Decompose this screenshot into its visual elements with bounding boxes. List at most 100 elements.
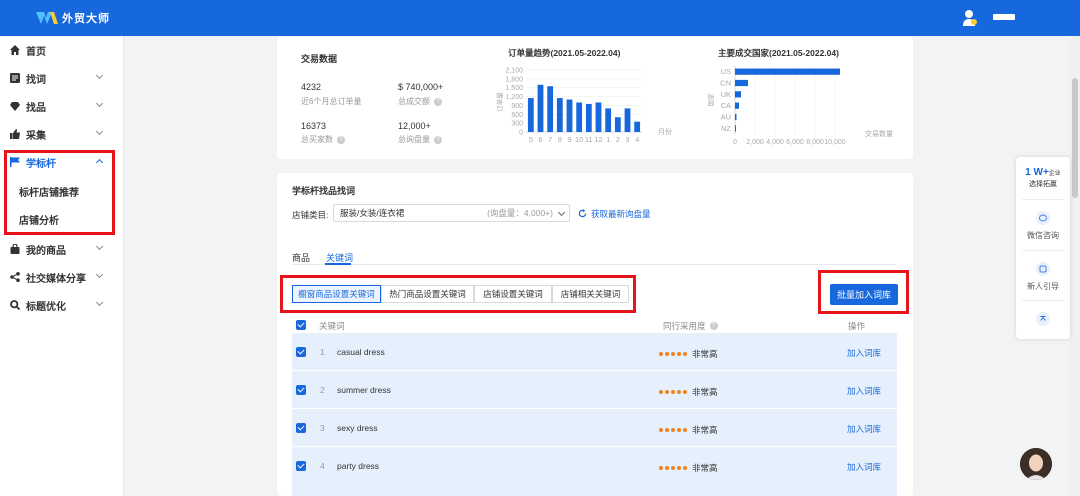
row-index: 1	[320, 347, 325, 357]
row-keyword: party dress	[337, 461, 380, 471]
sidebar-item-my-products[interactable]: 我的商品	[0, 235, 124, 263]
help-icon[interactable]: ?	[709, 322, 718, 330]
chart-bar	[556, 98, 563, 132]
user-name-placeholder[interactable]	[993, 14, 1015, 20]
row-keyword: casual dress	[337, 347, 385, 357]
row-index: 3	[320, 423, 325, 433]
usage-rating: 非常高	[659, 462, 718, 474]
chart-bar	[566, 99, 573, 132]
row-checkbox[interactable]	[296, 461, 306, 471]
stat-label-with-help: 总买家数?	[301, 134, 345, 145]
highlight-box	[280, 275, 636, 313]
search-icon	[10, 300, 21, 311]
wechat-icon	[1036, 211, 1050, 225]
stat-label-text: 总成交额	[398, 97, 430, 106]
chart-bar	[735, 68, 840, 75]
x-tick-label: 5	[529, 135, 533, 144]
add-to-library-link[interactable]: 加入词库	[847, 461, 881, 473]
usage-rating: 非常高	[659, 424, 718, 436]
chart-bar	[634, 121, 641, 132]
add-to-library-link[interactable]: 加入词库	[847, 385, 881, 397]
country-chart-title: 主要成交国家(2021.05-2022.04)	[718, 48, 839, 58]
usage-text: 非常高	[692, 349, 718, 359]
x-tick-label: 4	[635, 135, 639, 144]
row-keyword: summer dress	[337, 385, 391, 395]
stat-label: 近6个月总订单量	[301, 97, 362, 106]
y-tick-label: 900	[511, 103, 523, 110]
app-logo[interactable]: 外贸大师	[36, 10, 110, 26]
newbie-guide[interactable]: 新人引导	[1016, 281, 1070, 292]
x-tick-label: 10	[575, 135, 583, 144]
row-checkbox[interactable]	[296, 423, 306, 433]
sidebar-item-title-optimize[interactable]: 标题优化	[0, 291, 124, 319]
row-index: 4	[320, 461, 325, 471]
sidebar-item-label: 我的商品	[26, 245, 66, 257]
floating-service-panel: 1 W+企业 选择拓赢 微信咨询 新人引导	[1016, 157, 1070, 339]
help-icon[interactable]: ?	[434, 135, 442, 144]
logo-icon	[36, 12, 58, 24]
panel-divider	[1022, 300, 1064, 301]
chart-bar	[735, 91, 741, 98]
row-keyword: sexy dress	[337, 423, 378, 433]
inquiry-hint: (询盘量：4,000+)	[487, 208, 553, 218]
enterprise-caption: 选择拓赢	[1029, 181, 1057, 188]
tab-products[interactable]: 商品	[292, 251, 310, 264]
sidebar-item-label: 标题优化	[26, 301, 66, 313]
usage-text: 非常高	[692, 387, 718, 397]
table-row	[292, 447, 897, 496]
guide-icon	[1036, 262, 1050, 276]
stat-value: 12,000+	[398, 121, 431, 131]
sidebar-item-social-share[interactable]: 社交媒体分享	[0, 263, 124, 291]
y-tick-label: 1,200	[505, 94, 523, 101]
highlight-box	[818, 270, 909, 314]
add-to-library-link[interactable]: 加入词库	[847, 347, 881, 359]
y-tick-label: NZ	[721, 124, 731, 133]
sidebar-item-label: 首页	[26, 46, 46, 58]
help-icon[interactable]: ?	[434, 97, 442, 106]
share-icon	[10, 272, 20, 282]
stat-label-with-help: 总成交额?	[398, 96, 442, 107]
sidebar-item-collect[interactable]: 采集	[0, 120, 124, 148]
stat-value: $ 740,000+	[398, 82, 444, 92]
refresh-icon	[578, 208, 587, 220]
y-tick-label: 0	[519, 130, 523, 137]
category-select[interactable]: 服装/女装/连衣裙 (询盘量：4,000+)	[333, 204, 570, 222]
sidebar-item-home[interactable]: 首页	[0, 36, 124, 64]
usage-text: 非常高	[692, 463, 718, 473]
home-icon	[10, 45, 20, 55]
chart-bar	[585, 103, 592, 132]
refresh-inquiry-link[interactable]: 获取最新询盘量	[578, 208, 651, 220]
chevron-down-icon	[95, 242, 104, 251]
stat-label-text: 总买家数	[301, 135, 333, 144]
list-icon	[10, 73, 20, 83]
select-all-checkbox[interactable]	[296, 320, 306, 330]
chart-bar	[624, 108, 631, 132]
chart-bar	[547, 86, 554, 132]
chevron-down-icon	[95, 298, 104, 307]
help-icon[interactable]: ?	[337, 135, 345, 144]
thumbs-up-icon	[10, 129, 20, 139]
chevron-down-icon	[95, 99, 104, 108]
scrollbar-thumb[interactable]	[1072, 78, 1078, 198]
enterprise-count-number: 1 W+	[1025, 167, 1049, 178]
top-navigation-bar: 外贸大师	[0, 0, 1080, 36]
back-to-top-icon[interactable]	[1036, 312, 1050, 326]
row-index: 2	[320, 385, 325, 395]
y-tick-label: US	[721, 67, 731, 76]
row-checkbox[interactable]	[296, 347, 306, 357]
wechat-consult[interactable]: 微信咨询	[1016, 230, 1070, 241]
customer-service-avatar[interactable]	[1020, 448, 1052, 480]
sidebar-item-find-words[interactable]: 找词	[0, 64, 124, 92]
x-tick-label: 10,000	[824, 139, 846, 146]
row-checkbox[interactable]	[296, 385, 306, 395]
enterprise-count[interactable]: 1 W+企业 选择拓赢	[1016, 167, 1070, 189]
user-icon[interactable]	[963, 10, 977, 26]
add-to-library-link[interactable]: 加入词库	[847, 423, 881, 435]
x-tick-label: 1	[606, 135, 610, 144]
order-trend-chart-title: 订单量趋势(2021.05-2022.04)	[508, 48, 621, 58]
y-tick-label: 1,500	[505, 85, 523, 92]
sidebar-item-label: 采集	[26, 130, 46, 142]
column-header-action: 操作	[848, 321, 866, 331]
sidebar-item-find-products[interactable]: 找品	[0, 92, 124, 120]
order-trend-chart: 2,1001,8001,5001,20090060030005 6 7 8 9 10 11 1…	[495, 68, 672, 145]
